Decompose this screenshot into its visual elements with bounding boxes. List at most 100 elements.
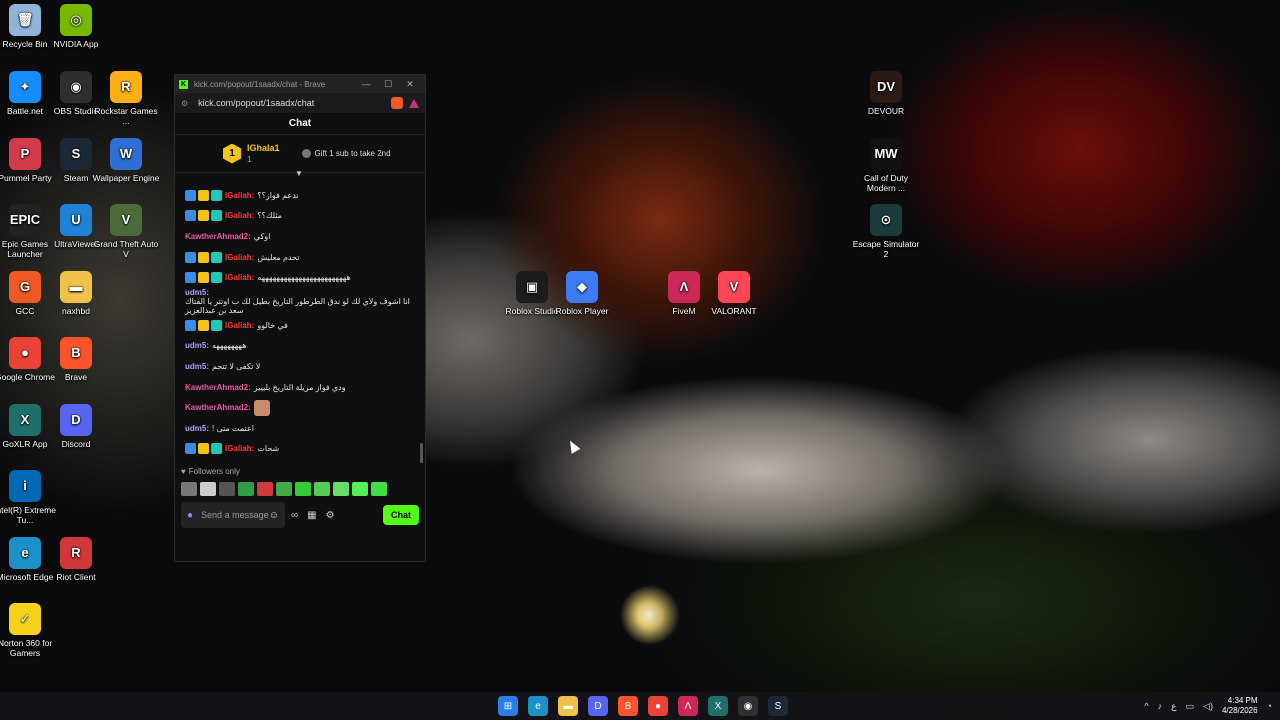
volume-icon[interactable]: ◁) [1203,701,1213,712]
desktop-shortcut[interactable]: R Rockstar Games ... [92,71,160,126]
badge-icon [211,319,222,331]
chat-message-text: شحات [257,444,280,454]
badge-icon [185,210,196,222]
quick-emote-icon[interactable] [200,482,216,496]
mic-icon[interactable]: ● [187,510,193,521]
heart-icon: ♥ [181,467,186,476]
language-indicator[interactable]: ع [1171,701,1176,712]
url-text[interactable]: kick.com/popout/1saadx/chat [198,98,391,108]
clock[interactable]: 4:34 PM 4/28/2026 [1222,696,1258,716]
top-gifter[interactable]: lGhala1 1 [247,143,280,165]
mouse-cursor-icon [565,438,581,454]
quick-emote-icon[interactable] [352,482,368,496]
link-icon[interactable]: ∞ [291,510,298,521]
gift-sub-prompt[interactable]: Gift 1 sub to take 2nd [301,149,391,158]
app-icon: P [9,138,41,170]
send-chat-button[interactable]: Chat [383,505,419,525]
mic-tray-icon[interactable]: ♪ [1158,701,1163,711]
app-icon: ▬ [60,271,92,303]
badge-icon [198,443,209,455]
app-icon: MW [870,138,902,170]
desktop-shortcut[interactable]: B Brave [42,337,110,382]
tray-chevron-icon[interactable]: ^ [1144,701,1148,711]
minimize-button[interactable]: — [355,79,377,89]
quick-emote-icon[interactable] [257,482,273,496]
quick-emote-icon[interactable] [276,482,292,496]
chat-username[interactable]: udm5: [185,288,209,297]
network-icon[interactable]: ▭ [1186,701,1195,712]
chat-username[interactable]: lGaliah: [225,211,254,220]
taskbar-start-icon[interactable]: ⊞ [498,696,518,716]
taskbar-chrome-icon[interactable]: ● [648,696,668,716]
chat-scrollbar[interactable] [420,443,423,463]
taskbar-steam-icon[interactable]: S [768,696,788,716]
browser-window: K kick.com/popout/1saadx/chat - Brave — … [174,74,426,562]
chat-username[interactable]: KawtherAhmad2: [185,403,251,412]
chat-tools: ∞ ▦ ⚙ [291,510,335,521]
taskbar-fivem-icon[interactable]: Λ [678,696,698,716]
brave-rewards-icon[interactable] [409,98,419,108]
chat-input-row: ● Send a message ☺ ∞ ▦ ⚙ Chat [175,498,425,532]
chat-username[interactable]: lGaliah: [225,273,254,282]
desktop-shortcut[interactable]: ▬ naxhbd [42,271,110,316]
desktop-shortcut[interactable]: MW Call of Duty Modern ... [852,138,920,193]
chat-message-text: اوكي [253,231,271,241]
desktop-shortcut[interactable]: i Intel(R) Extreme Tu... [0,470,59,525]
app-icon: ✓ [9,603,41,635]
taskbar-discord-icon[interactable]: D [588,696,608,716]
shortcut-label: Escape Simulator 2 [852,239,920,259]
shortcut-label: Roblox Player [555,306,609,316]
taskbar-obs-icon[interactable]: ◉ [738,696,758,716]
user-badges [185,319,222,331]
taskbar-explorer-icon[interactable]: ▬ [558,696,578,716]
site-info-icon[interactable]: ⚙ [181,99,188,108]
chat-username[interactable]: lGaliah: [225,321,254,330]
quick-emote-icon[interactable] [371,482,387,496]
taskbar-goxlr-icon[interactable]: X [708,696,728,716]
desktop-shortcut[interactable]: R Riot Client [42,537,110,582]
emoji-icon[interactable]: ☺ [269,510,279,521]
desktop-shortcut[interactable]: V VALORANT [700,271,768,316]
chat-username[interactable]: KawtherAhmad2: [185,383,251,392]
chat-username[interactable]: udm5: [185,362,209,371]
close-button[interactable]: ✕ [399,79,421,90]
chat-username[interactable]: udm5: [185,424,209,433]
desktop-shortcut[interactable]: ✓ Norton 360 for Gamers [0,603,59,658]
quick-emote-icon[interactable] [181,482,197,496]
desktop-shortcut[interactable]: D Discord [42,404,110,449]
chat-message: udm5:! اعتمت متى [185,418,415,439]
app-icon: i [9,470,41,502]
desktop-shortcut[interactable]: ◆ Roblox Player [548,271,616,316]
maximize-button[interactable]: ☐ [377,79,399,90]
settings-icon[interactable]: ⚙ [326,510,335,521]
chat-username[interactable]: udm5: [185,341,209,350]
gift-text: Gift 1 sub to take 2nd [314,149,391,158]
desktop-shortcut[interactable]: V Grand Theft Auto V [92,204,160,259]
desktop-shortcut[interactable]: ⊙ Escape Simulator 2 [852,204,920,259]
brave-shields-icon[interactable] [391,97,403,109]
clock-time: 4:34 PM [1227,696,1258,705]
quick-emote-icon[interactable] [314,482,330,496]
gift-box-icon[interactable]: ▦ [307,510,316,521]
quick-emote-icon[interactable] [295,482,311,496]
chat-username[interactable]: KawtherAhmad2: [185,232,251,241]
chat-message: lGaliah: مثلك؟؟ [185,206,415,227]
badge-icon [211,443,222,455]
chat-username[interactable]: lGaliah: [225,191,254,200]
desktop-shortcut[interactable]: ◎ NVIDIA App [42,4,110,49]
desktop-shortcut[interactable]: W Wallpaper Engine [92,138,160,183]
quick-emote-icon[interactable] [219,482,235,496]
address-bar[interactable]: ⚙ kick.com/popout/1saadx/chat [175,93,425,113]
desktop-shortcut[interactable]: DV DEVOUR [852,71,920,116]
taskbar-edge-icon[interactable]: e [528,696,548,716]
chat-input-placeholder: Send a message [201,510,269,520]
notification-icon[interactable]: ◔ [1267,701,1272,711]
chat-username[interactable]: lGaliah: [225,253,254,262]
taskbar-brave-icon[interactable]: B [618,696,638,716]
quick-emote-icon[interactable] [238,482,254,496]
chat-username[interactable]: lGaliah: [225,444,254,453]
app-icon: 🗑 [9,4,41,36]
quick-emote-icon[interactable] [333,482,349,496]
chat-input[interactable]: ● Send a message ☺ [181,502,285,528]
app-icon: Λ [668,271,700,303]
